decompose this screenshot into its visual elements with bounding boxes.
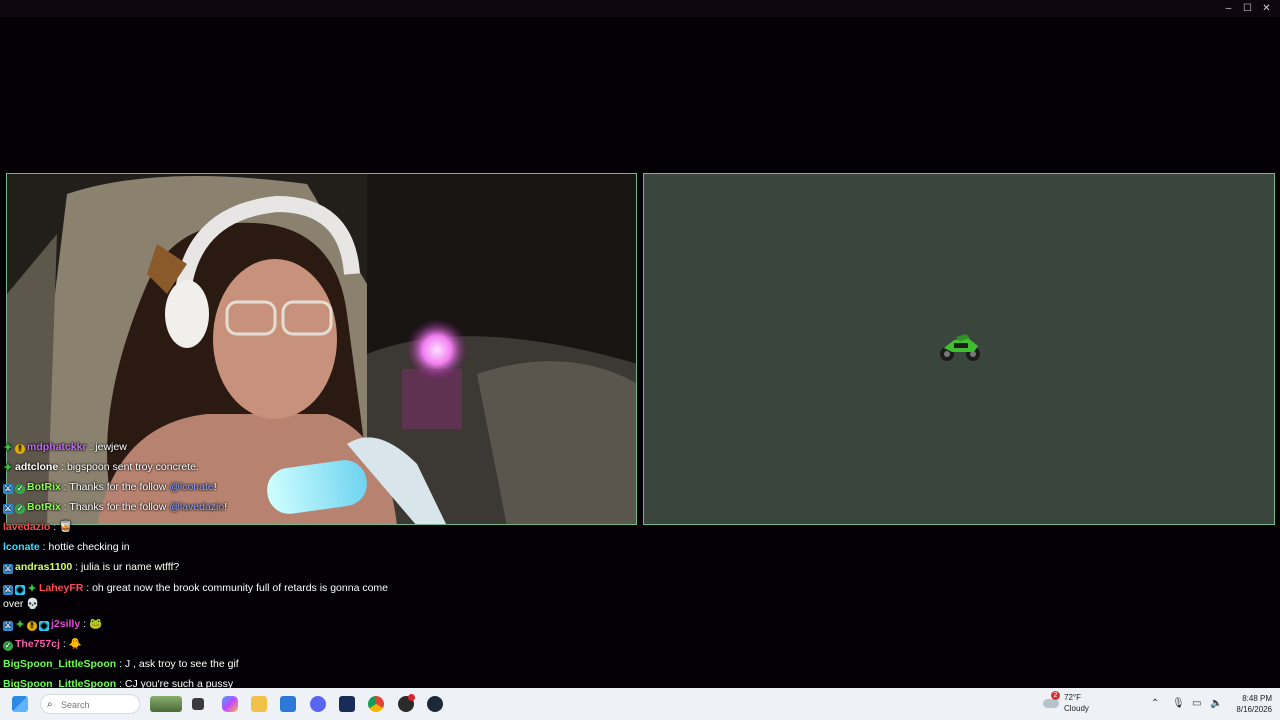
chat-username[interactable]: BigSpoon_LittleSpoon	[3, 658, 116, 670]
chat-message: lavedazio : 🥃	[3, 521, 72, 534]
clock-time: 8:48 PM	[1242, 694, 1272, 703]
chat-mention[interactable]: @lavedazio	[169, 501, 224, 513]
chat-username[interactable]: BotRix	[27, 501, 61, 513]
chat-message: ⚔ andras1100 : julia is ur name wtfff?	[3, 561, 179, 574]
chrome-icon[interactable]	[368, 696, 384, 712]
moderator-badge-icon: ⚔	[3, 504, 13, 514]
window-titlebar: – ☐ ✕	[0, 0, 1280, 17]
weather-cloud-icon	[1043, 699, 1059, 708]
gem-badge-icon: ✦	[3, 442, 13, 454]
copilot-icon[interactable]	[222, 696, 238, 712]
chat-username[interactable]: lavedazio	[3, 521, 50, 533]
moderator-badge-icon: ⚔	[3, 484, 13, 494]
chat-text: : Thanks for the follow	[60, 481, 170, 493]
chat-suffix: !	[213, 481, 217, 493]
clock-date: 8/16/2026	[1236, 705, 1272, 714]
chat-username[interactable]: adtclone	[15, 461, 58, 473]
chat-text: : oh great now the brook community full …	[83, 582, 388, 594]
system-clock[interactable]: 8:48 PM 8/16/2026	[1236, 693, 1272, 715]
chat-message: BigSpoon_LittleSpoon : J , ask troy to s…	[3, 658, 239, 671]
gem-badge-icon: ✦	[15, 619, 25, 631]
chat-username[interactable]: j2silly	[51, 618, 80, 630]
amazon-music-icon[interactable]	[339, 696, 355, 712]
chat-message: ⚔ ◆ ✦ LaheyFR : oh great now the brook comm…	[3, 582, 388, 595]
chat-message: ✦ adtclone : bigspoon sent troy concrete.	[3, 461, 199, 474]
motorcycle-icon	[940, 334, 980, 361]
chat-mention[interactable]: @lconate	[169, 481, 214, 493]
subscriber-badge-icon: ◆	[39, 621, 49, 631]
moderator-badge-icon: ⚔	[3, 621, 13, 631]
discord-icon[interactable]	[310, 696, 326, 712]
bits-badge-icon: !	[27, 621, 37, 631]
chat-message: ⚔ ✓ BotRix : Thanks for the follow @lconat…	[3, 481, 217, 494]
window-controls: – ☐ ✕	[1219, 1, 1276, 16]
search-icon: ⌕	[47, 699, 53, 710]
chat-text: : J , ask troy to see the gif	[116, 658, 239, 670]
gem-badge-icon: ✦	[3, 462, 13, 474]
speaker-icon[interactable]: 🔈	[1210, 698, 1222, 709]
chat-text: : 🥃	[50, 521, 73, 533]
verified-badge-icon: ✓	[15, 504, 25, 514]
chat-text: : julia is ur name wtfff?	[72, 561, 180, 573]
maximize-button[interactable]: ☐	[1238, 1, 1257, 16]
steam-icon[interactable]	[427, 696, 443, 712]
chat-text: : hottie checking in	[39, 541, 130, 553]
file-explorer-icon[interactable]	[251, 696, 267, 712]
chevron-up-icon[interactable]: ⌃	[1151, 698, 1159, 709]
moderator-badge-icon: ⚔	[3, 585, 13, 595]
chat-text: : 🐸	[80, 618, 103, 630]
verified-badge-icon: ✓	[3, 641, 13, 651]
chat-message: ✓ The757cj : 🐥	[3, 638, 82, 651]
verified-badge-icon: ✓	[15, 484, 25, 494]
chat-text: over 💀	[3, 598, 40, 610]
chat-message: ✦! mdphatckkr : jewjew	[3, 441, 127, 454]
weather-condition: Cloudy	[1064, 704, 1089, 713]
chat-username[interactable]: mdphatckkr	[27, 441, 87, 453]
subscriber-badge-icon: ◆	[15, 585, 25, 595]
search-placeholder: Search	[61, 700, 90, 710]
game-thumbnail[interactable]	[150, 696, 182, 712]
taskbar: ⌕ Search 72°F Cloudy 2 ⌃ 🎙 ▭ 🔈 8:48 PM 8…	[0, 688, 1280, 720]
store-icon[interactable]	[280, 696, 296, 712]
weather-badge: 2	[1051, 691, 1060, 700]
chat-text: : Thanks for the follow	[60, 501, 170, 513]
minimize-button[interactable]: –	[1219, 1, 1238, 16]
chat-username[interactable]: BotRix	[27, 481, 61, 493]
microphone-icon[interactable]: 🎙	[1172, 698, 1185, 709]
chat-message: lconate : hottie checking in	[3, 541, 130, 554]
chat-message: over 💀	[3, 598, 39, 611]
start-icon[interactable]	[12, 696, 28, 712]
chat-text: : jewjew	[86, 441, 127, 453]
chat-username[interactable]: LaheyFR	[39, 582, 83, 594]
chat-username[interactable]: andras1100	[15, 561, 72, 573]
gem-badge-icon: ✦	[27, 583, 37, 595]
chat-suffix: !	[224, 501, 228, 513]
search-input[interactable]: ⌕ Search	[40, 694, 140, 714]
chat-username[interactable]: lconate	[3, 541, 40, 553]
moderator-badge-icon: ⚔	[3, 564, 13, 574]
bits-badge-icon: !	[15, 444, 25, 454]
close-button[interactable]: ✕	[1257, 1, 1276, 16]
chat-text: : bigspoon sent troy concrete.	[58, 461, 199, 473]
chat-message: ⚔ ✓ BotRix : Thanks for the follow @laveda…	[3, 501, 227, 514]
task-view-icon[interactable]	[192, 698, 204, 710]
chat-text: : 🐥	[59, 638, 82, 650]
chat-username[interactable]: The757cj	[15, 638, 60, 650]
recording-indicator-icon	[408, 694, 415, 701]
display-icon[interactable]: ▭	[1192, 698, 1201, 709]
game-panel	[643, 173, 1275, 525]
weather-temp: 72°F	[1064, 693, 1081, 702]
chat-message: ⚔ ✦! ◆ j2silly : 🐸	[3, 618, 102, 631]
